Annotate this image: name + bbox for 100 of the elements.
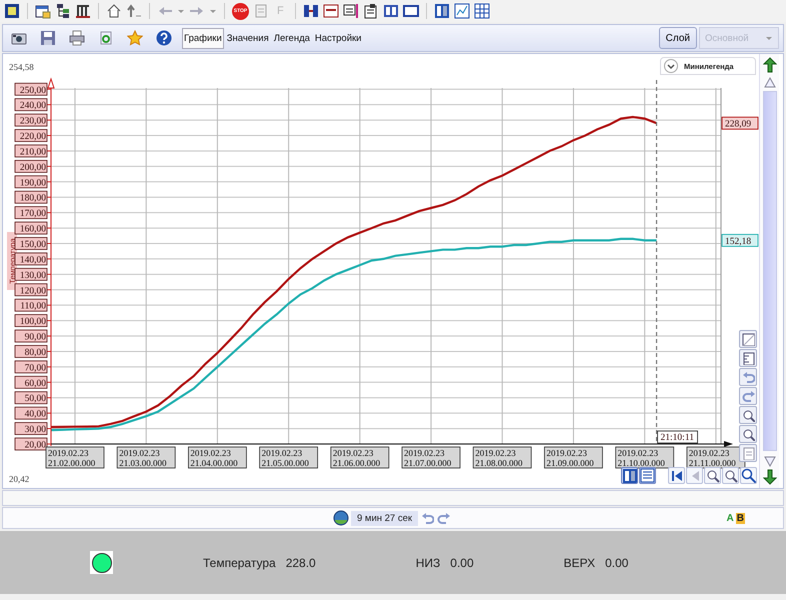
tab[interactable]: Графики — [182, 28, 224, 48]
printer-icon[interactable] — [69, 30, 85, 46]
split-view-icon[interactable] — [434, 3, 450, 19]
square-icon[interactable] — [739, 330, 757, 348]
y-tick-label: 200,00 — [20, 162, 46, 173]
y-tick-label: 200,00 — [14, 160, 48, 173]
tab[interactable]: Легенда — [272, 28, 312, 48]
x-tick-label: 2019.02.23 21.02.00.000 — [48, 448, 96, 468]
y-tick-label: 170,00 — [14, 206, 48, 220]
reading-label: НИЗ — [416, 556, 440, 570]
refresh-icon[interactable] — [98, 30, 114, 46]
y-tick-label: 90,00 — [14, 330, 48, 343]
layer-button[interactable]: Слой — [658, 27, 697, 49]
globe-icon[interactable] — [333, 510, 349, 526]
x-tick-label: 2019.02.23 21.04.00.000 — [190, 448, 238, 468]
cursor-time-label: 21:10:11 — [657, 430, 698, 444]
x-tick-label: 2019.02.23 21.05.00.000 — [262, 448, 310, 468]
window-icon[interactable] — [4, 3, 20, 19]
caret-icon[interactable] — [177, 7, 185, 15]
redo-icon[interactable] — [436, 511, 450, 525]
y-tick-label: 90,00 — [24, 332, 46, 343]
y-tick-label: 20,00 — [14, 438, 48, 450]
up-arrow-icon[interactable] — [126, 3, 142, 19]
chevron-icon[interactable] — [664, 59, 678, 73]
home-icon[interactable] — [106, 3, 122, 19]
y-tick-label: 40,00 — [14, 406, 48, 420]
y-tick-label: 250,00 — [14, 82, 48, 96]
y-tick-label: 60,00 — [24, 378, 46, 389]
panel-icon[interactable] — [322, 3, 339, 19]
zoom-out-icon[interactable] — [739, 425, 757, 443]
x-tick-label: 2019.02.23 21.09.00.000 — [544, 446, 603, 468]
magnifier-icon[interactable] — [740, 467, 757, 484]
y-tick-label: 100,00 — [14, 314, 48, 328]
y-tick-label: 230,00 — [20, 116, 46, 127]
windows-icon[interactable] — [35, 3, 51, 19]
y-tick-label: 70,00 — [14, 360, 48, 374]
y-tick-label: 50,00 — [24, 394, 46, 404]
zoom-in-icon[interactable] — [704, 467, 721, 484]
scroll-track[interactable] — [762, 91, 776, 451]
star-icon[interactable] — [127, 30, 143, 46]
caret-icon[interactable] — [209, 7, 217, 15]
ruler-icon[interactable] — [739, 349, 757, 367]
y-tick-label: 190,00 — [20, 178, 46, 188]
value-label: 152,18 — [722, 234, 758, 247]
properties-icon[interactable] — [362, 3, 379, 19]
x-tick-label: 2019.02.23 21.11.00.000 — [686, 446, 746, 468]
elapsed-time: 9 мин 27 сек — [351, 510, 418, 526]
y-tick-label: 130,00 — [20, 270, 46, 281]
graph-icon[interactable] — [454, 3, 470, 19]
y-tick-label: 240,00 — [20, 101, 46, 112]
y-tick-label: 30,00 — [24, 425, 46, 436]
y-tick-label: 180,00 — [14, 190, 48, 204]
y-tick-label: 40,00 — [24, 410, 46, 420]
save-icon[interactable] — [40, 30, 56, 46]
grid-icon[interactable] — [474, 3, 490, 19]
help-icon[interactable] — [156, 30, 172, 46]
x-tick-label: 2019.02.23 21.07.00.000 — [404, 448, 452, 468]
y-tick-label: 100,00 — [20, 317, 46, 328]
x-tick-label: 2019.02.23 21.06.00.000 — [332, 448, 381, 468]
y-tick-label: 50,00 — [14, 391, 48, 404]
first-icon[interactable] — [668, 467, 685, 484]
reading-value: 228.0 — [286, 556, 316, 570]
scroll-up-icon[interactable] — [762, 75, 776, 89]
y-tick-label: 70,00 — [24, 363, 46, 374]
tab[interactable]: Значения — [224, 28, 271, 48]
reading-label: Температура — [203, 556, 276, 570]
x-tick-label: 2019.02.23 21.05.00.000 — [259, 446, 318, 468]
y-tick-label: 170,00 — [20, 209, 46, 220]
columns-icon[interactable] — [75, 3, 91, 19]
y-tick-label: 80,00 — [24, 348, 46, 358]
x-tick-label: 2019.02.23 21.03.00.000 — [119, 448, 167, 468]
y-tick-label: 140,00 — [20, 255, 46, 266]
y-tick-label: 160,00 — [20, 224, 46, 235]
zoom-out-icon[interactable] — [722, 467, 739, 484]
frame-icon[interactable] — [402, 3, 419, 19]
list-icon[interactable] — [639, 467, 656, 484]
zoom-in-icon[interactable] — [739, 406, 757, 424]
x-tick-label: 2019.02.23 21.03.00.000 — [116, 446, 176, 468]
up-arrow-icon[interactable] — [762, 57, 776, 73]
x-tick-label: 2019.02.23 21.06.00.000 — [330, 446, 390, 468]
down-arrow-icon[interactable] — [762, 469, 776, 485]
tab[interactable]: Настройки — [312, 28, 364, 48]
x-tick-label: 2019.02.23 21.04.00.000 — [188, 446, 247, 468]
columns-icon[interactable] — [621, 467, 638, 484]
marker-label: B — [736, 512, 745, 524]
y-tick-label: 150,00 — [14, 237, 48, 250]
y-tick-label: 240,00 — [14, 98, 48, 112]
y-tick-label: 150,00 — [20, 240, 46, 250]
y-tick-label: 60,00 — [14, 376, 48, 389]
y-tick-label: 120,00 — [14, 283, 48, 296]
undo-icon[interactable] — [420, 511, 434, 525]
y-tick-label: 30,00 — [14, 422, 48, 436]
x-tick-label: 2019.02.23 21.07.00.000 — [402, 446, 460, 468]
x-tick-label: 2019.02.23 21.02.00.000 — [46, 446, 104, 468]
y-tick-label: 110,00 — [20, 302, 46, 312]
tree-icon[interactable] — [55, 3, 71, 19]
x-tick-label: 2019.02.23 21.08.00.000 — [475, 448, 524, 468]
x-tick-label: 2019.02.23 21.10.00.000 — [618, 448, 666, 468]
y-tick-label: 20,00 — [24, 440, 46, 450]
y-tick-label: 190,00 — [14, 175, 48, 188]
